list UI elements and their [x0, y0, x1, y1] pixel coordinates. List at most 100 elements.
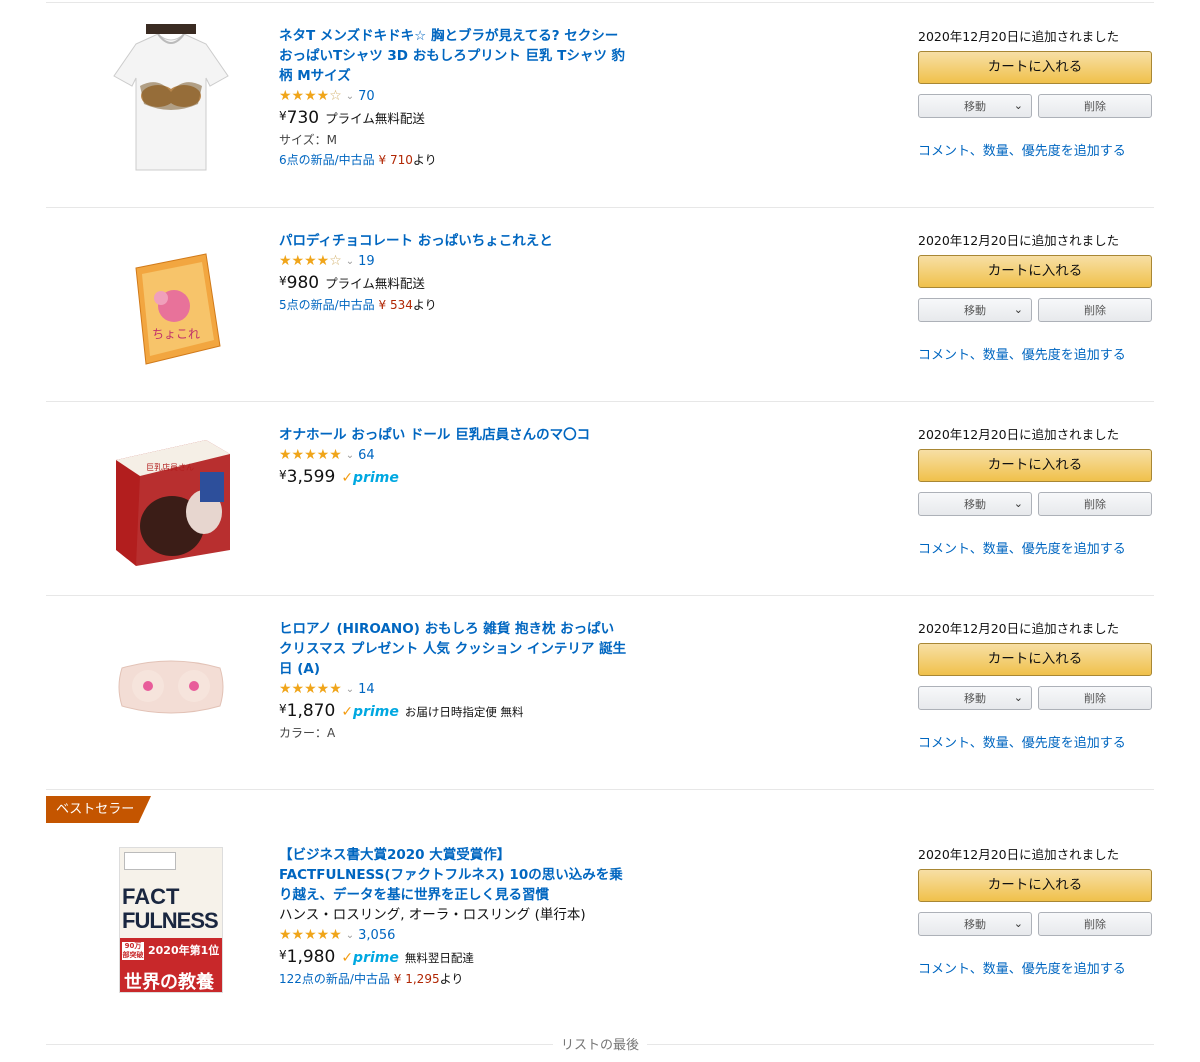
star-rating: ★★★★★: [279, 447, 342, 463]
rating-row[interactable]: ★★★★★ ⌄ 3,056: [279, 925, 629, 945]
review-count[interactable]: 3,056: [358, 928, 395, 943]
move-dropdown[interactable]: 移動 ⌄: [918, 686, 1032, 710]
delete-button[interactable]: 削除: [1038, 912, 1152, 936]
price-row: ¥730 プライム無料配送: [279, 108, 629, 130]
price-row: ¥1,980 ✓prime 無料翌日配達: [279, 947, 629, 969]
shipping-text: 無料翌日配達: [404, 951, 474, 965]
book-cover-sub-3: 世界の教養: [124, 972, 214, 993]
offers-link[interactable]: 122点の新品/中古品 ¥ 1,295より: [279, 969, 629, 989]
add-to-cart-button[interactable]: カートに入れる: [918, 255, 1152, 288]
price: ¥730: [279, 108, 320, 128]
tshirt-image: [113, 24, 229, 171]
book-cover-sub-2: 2020年第1位: [148, 944, 220, 957]
product-image[interactable]: [106, 24, 236, 174]
date-added: 2020年12月20日に追加されました: [918, 621, 1120, 636]
shipping-text: プライム無料配送: [325, 111, 425, 126]
add-comment-link[interactable]: コメント、数量、優先度を追加する: [918, 732, 1154, 751]
book-cover-image: FACT FULNESS 90万部突破 2020年第1位 世界の教養: [119, 847, 223, 993]
chevron-down-icon[interactable]: ⌄: [346, 684, 354, 695]
divider: [46, 789, 1154, 790]
item-actions: 2020年12月20日に追加されました カートに入れる 移動 ⌄ 削除 コメント、…: [918, 27, 1154, 159]
date-added: 2020年12月20日に追加されました: [918, 427, 1120, 442]
move-dropdown[interactable]: 移動 ⌄: [918, 298, 1032, 322]
review-count[interactable]: 19: [358, 254, 375, 269]
product-title-link[interactable]: ネタT メンズドキドキ☆ 胸とブラが見えてる? セクシーおっぱいTシャツ 3D …: [279, 26, 629, 86]
prime-badge: ✓prime: [341, 470, 399, 486]
review-count[interactable]: 14: [358, 682, 375, 697]
date-added: 2020年12月20日に追加されました: [918, 29, 1120, 44]
chevron-down-icon[interactable]: ⌄: [346, 91, 354, 102]
shipping-text: プライム無料配送: [325, 276, 425, 291]
rating-row[interactable]: ★★★★★ ⌄ 64: [279, 445, 629, 465]
add-to-cart-button[interactable]: カートに入れる: [918, 449, 1152, 482]
delete-button[interactable]: 削除: [1038, 686, 1152, 710]
wishlist-item: ヒロアノ (HIROANO) おもしろ 雑貨 抱き枕 おっぱい クリスマス プレ…: [46, 596, 1154, 790]
prime-badge: ✓prime: [341, 950, 399, 966]
rating-row[interactable]: ★★★★★ ⌄ 14: [279, 679, 629, 699]
svg-text:巨乳店員さん: 巨乳店員さん: [146, 462, 194, 472]
wishlist-item: ネタT メンズドキドキ☆ 胸とブラが見えてる? セクシーおっぱいTシャツ 3D …: [46, 0, 1154, 208]
wishlist-item: 巨乳店員さん オナホール おっぱい ドール 巨乳店員さんのマ〇コ ★★★★★ ⌄…: [46, 402, 1154, 596]
shipping-text: お届け日時指定便 無料: [404, 705, 524, 719]
product-title-link[interactable]: パロディチョコレート おっぱいちょこれえと: [279, 231, 629, 251]
rating-row[interactable]: ★★★★☆ ⌄ 19: [279, 251, 629, 271]
prime-badge: ✓prime: [341, 704, 399, 720]
date-added: 2020年12月20日に追加されました: [918, 847, 1120, 862]
chevron-down-icon[interactable]: ⌄: [346, 256, 354, 267]
product-title-link[interactable]: ヒロアノ (HIROANO) おもしろ 雑貨 抱き枕 おっぱい クリスマス プレ…: [279, 619, 629, 679]
item-actions: 2020年12月20日に追加されました カートに入れる 移動 ⌄ 削除 コメント、…: [918, 425, 1154, 557]
product-box-image: 巨乳店員さん: [116, 440, 230, 566]
price-row: ¥1,870 ✓prime お届け日時指定便 無料: [279, 701, 629, 723]
chevron-down-icon: ⌄: [1013, 691, 1023, 704]
add-comment-link[interactable]: コメント、数量、優先度を追加する: [918, 538, 1154, 557]
offers-link[interactable]: 5点の新品/中古品 ¥ 534より: [279, 295, 629, 315]
cushion-image: [118, 660, 224, 714]
move-dropdown[interactable]: 移動 ⌄: [918, 94, 1032, 118]
review-count[interactable]: 64: [358, 448, 375, 463]
add-comment-link[interactable]: コメント、数量、優先度を追加する: [918, 344, 1154, 363]
chevron-down-icon[interactable]: ⌄: [346, 450, 354, 461]
product-image[interactable]: [106, 652, 236, 722]
offers-link[interactable]: 6点の新品/中古品 ¥ 710より: [279, 150, 629, 170]
add-comment-link[interactable]: コメント、数量、優先度を追加する: [918, 140, 1154, 159]
price: ¥1,870: [279, 701, 336, 721]
product-image[interactable]: FACT FULNESS 90万部突破 2020年第1位 世界の教養: [106, 846, 236, 994]
move-dropdown[interactable]: 移動 ⌄: [918, 492, 1032, 516]
book-cover-title-2: FULNESS: [122, 908, 219, 933]
svg-text:ちょこれ: ちょこれ: [152, 327, 200, 341]
review-count[interactable]: 70: [358, 89, 375, 104]
item-info: ヒロアノ (HIROANO) おもしろ 雑貨 抱き枕 おっぱい クリスマス プレ…: [279, 619, 629, 743]
chevron-down-icon[interactable]: ⌄: [346, 930, 354, 941]
star-rating: ★★★★☆: [279, 253, 342, 269]
chevron-down-icon: ⌄: [1013, 917, 1023, 930]
wishlist-item: ちょこれ パロディチョコレート おっぱいちょこれえと ★★★★☆ ⌄ 19 ¥9…: [46, 208, 1154, 402]
delete-button[interactable]: 削除: [1038, 492, 1152, 516]
add-to-cart-button[interactable]: カートに入れる: [918, 51, 1152, 84]
product-title-link[interactable]: オナホール おっぱい ドール 巨乳店員さんのマ〇コ: [279, 425, 629, 445]
price: ¥3,599: [279, 467, 336, 487]
date-added: 2020年12月20日に追加されました: [918, 233, 1120, 248]
product-title-link[interactable]: 【ビジネス書大賞2020 大賞受賞作】FACTFULNESS(ファクトフルネス)…: [279, 845, 629, 905]
delete-button[interactable]: 削除: [1038, 298, 1152, 322]
rating-row[interactable]: ★★★★☆ ⌄ 70: [279, 86, 629, 106]
item-info: 【ビジネス書大賞2020 大賞受賞作】FACTFULNESS(ファクトフルネス)…: [279, 845, 629, 989]
delete-button[interactable]: 削除: [1038, 94, 1152, 118]
bestseller-badge: ベストセラー: [46, 796, 151, 823]
add-comment-link[interactable]: コメント、数量、優先度を追加する: [918, 958, 1154, 977]
add-to-cart-button[interactable]: カートに入れる: [918, 869, 1152, 902]
product-image[interactable]: ちょこれ: [106, 248, 236, 368]
item-actions: 2020年12月20日に追加されました カートに入れる 移動 ⌄ 削除 コメント、…: [918, 619, 1154, 751]
book-cover-sub-1: 90万部突破: [122, 942, 144, 960]
wishlist-item: ベストセラー FACT FULNESS 90万部突破 2020年第1位 世界の教…: [46, 796, 1154, 1024]
chevron-down-icon: ⌄: [1013, 99, 1023, 112]
add-to-cart-button[interactable]: カートに入れる: [918, 643, 1152, 676]
product-image[interactable]: 巨乳店員さん: [106, 432, 236, 567]
book-cover-title-1: FACT: [122, 884, 180, 909]
item-actions: 2020年12月20日に追加されました カートに入れる 移動 ⌄ 削除 コメント、…: [918, 231, 1154, 363]
star-rating: ★★★★★: [279, 681, 342, 697]
variant-text: サイズ：M: [279, 133, 337, 147]
price-row: ¥3,599 ✓prime: [279, 467, 629, 489]
item-info: パロディチョコレート おっぱいちょこれえと ★★★★☆ ⌄ 19 ¥980 プラ…: [279, 231, 629, 315]
move-dropdown[interactable]: 移動 ⌄: [918, 912, 1032, 936]
list-end-label: リストの最後: [552, 1038, 647, 1053]
